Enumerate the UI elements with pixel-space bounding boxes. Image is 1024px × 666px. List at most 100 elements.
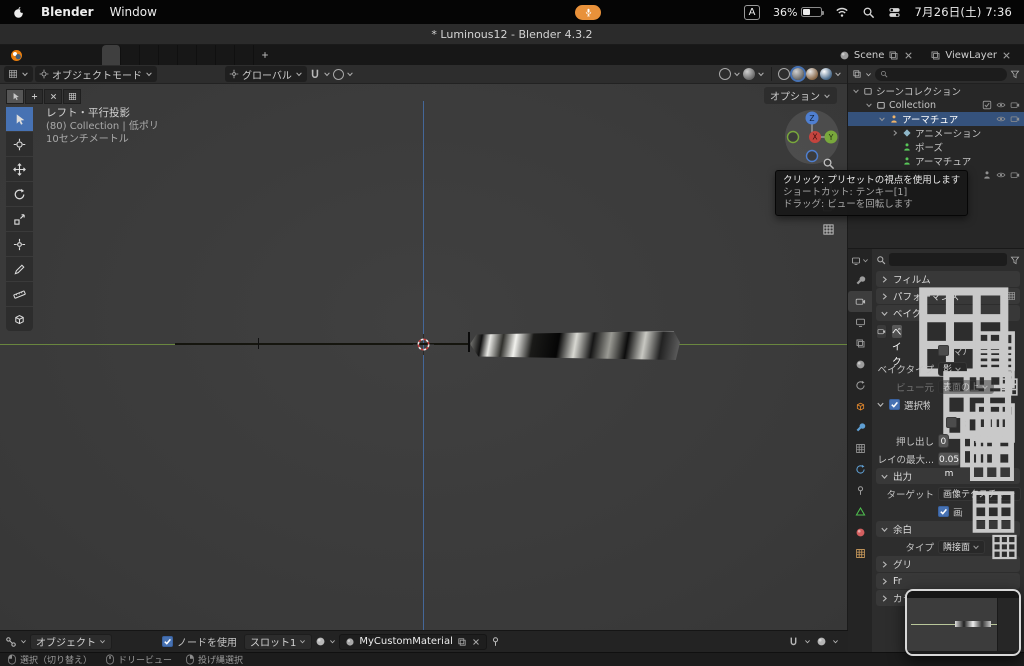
editor-type-selector[interactable] bbox=[4, 66, 33, 82]
workspace-tab[interactable] bbox=[197, 45, 216, 65]
property-value-field[interactable]: 0.05 m bbox=[938, 451, 961, 479]
properties-tab[interactable] bbox=[848, 459, 872, 480]
select-mode-extend[interactable] bbox=[25, 89, 43, 104]
cam-icon[interactable] bbox=[1010, 114, 1020, 124]
select-mode-new[interactable] bbox=[6, 89, 24, 104]
checkbox[interactable] bbox=[889, 399, 900, 410]
overlays-dropdown-icon[interactable] bbox=[757, 70, 765, 78]
apple-menu-icon[interactable] bbox=[12, 6, 25, 19]
proportional-editing-toggle[interactable] bbox=[332, 68, 344, 80]
chevron-icon[interactable] bbox=[880, 309, 889, 318]
outliner-row[interactable]: Collection bbox=[848, 98, 1024, 112]
properties-tab[interactable] bbox=[848, 543, 872, 564]
properties-tab[interactable] bbox=[848, 354, 872, 375]
outliner-row[interactable]: アーマチュア bbox=[848, 154, 1024, 168]
cam-icon[interactable] bbox=[1010, 170, 1020, 180]
remove-viewlayer-icon[interactable] bbox=[1001, 50, 1012, 61]
expand-icon[interactable] bbox=[865, 101, 873, 109]
wifi-icon[interactable] bbox=[835, 5, 849, 19]
viewport-3d[interactable]: オブジェクトモード グローバル オプション レフト・平行投影 (80) Coll… bbox=[0, 65, 848, 630]
snapping-dropdown-icon[interactable] bbox=[323, 70, 331, 78]
properties-tab[interactable] bbox=[848, 375, 872, 396]
select-mode-subtract[interactable] bbox=[44, 89, 62, 104]
toolbar-tool[interactable] bbox=[6, 257, 33, 281]
toolbar-tool[interactable] bbox=[6, 132, 33, 156]
chevron-down-icon[interactable] bbox=[832, 638, 839, 645]
checkbox[interactable] bbox=[946, 417, 957, 428]
toolbar-tool[interactable] bbox=[6, 157, 33, 181]
workspace-tab[interactable] bbox=[235, 45, 254, 65]
control-center-icon[interactable] bbox=[888, 6, 901, 19]
chevron-icon[interactable] bbox=[880, 577, 889, 586]
topbar-menu-item[interactable] bbox=[68, 45, 82, 65]
expand-icon[interactable] bbox=[878, 115, 886, 123]
workspace-tab[interactable] bbox=[178, 45, 197, 65]
cbx-icon[interactable] bbox=[982, 100, 992, 110]
gizmo-axis-z-neg[interactable] bbox=[805, 149, 819, 163]
mode-dropdown[interactable]: オブジェクトモード bbox=[35, 66, 157, 82]
toolbar-tool[interactable] bbox=[6, 182, 33, 206]
viewlayer-selector[interactable]: ViewLayer bbox=[922, 45, 1024, 65]
checkbox[interactable] bbox=[938, 506, 949, 517]
mic-indicator[interactable] bbox=[575, 4, 602, 20]
outliner-row[interactable]: アニメーション bbox=[848, 126, 1024, 140]
outliner-row[interactable]: ポーズ bbox=[848, 140, 1024, 154]
menubar-status-icon[interactable] bbox=[640, 6, 653, 19]
browse-material-icon[interactable] bbox=[315, 636, 326, 647]
menubar-status-icon[interactable] bbox=[614, 6, 627, 19]
chevron-down-icon[interactable] bbox=[329, 638, 336, 645]
eye-icon[interactable] bbox=[996, 100, 1006, 110]
chevron-icon[interactable] bbox=[880, 292, 889, 301]
menubar-menu-window[interactable]: Window bbox=[110, 5, 157, 19]
material-name-field[interactable]: MyCustomMaterial bbox=[339, 633, 487, 650]
property-dropdown[interactable]: 隣接面 bbox=[938, 539, 986, 554]
eye-icon[interactable] bbox=[996, 170, 1006, 180]
action-button[interactable]: ベイク bbox=[891, 324, 903, 368]
tool-options-dropdown[interactable]: オプション bbox=[764, 87, 837, 104]
duplicate-material-icon[interactable] bbox=[457, 637, 467, 647]
shading-dropdown-icon[interactable] bbox=[834, 70, 842, 78]
screen-recording-preview[interactable] bbox=[905, 589, 1021, 656]
checkbox[interactable] bbox=[938, 345, 949, 356]
select-mode-intersect[interactable] bbox=[63, 89, 81, 104]
filter-icon[interactable] bbox=[1010, 69, 1020, 79]
window-titlebar[interactable]: * Luminous12 - Blender 4.3.2 bbox=[0, 24, 1024, 45]
editor-type-icon[interactable] bbox=[852, 69, 862, 79]
eye-icon[interactable] bbox=[996, 114, 1006, 124]
outliner-search-input[interactable] bbox=[875, 67, 1007, 81]
toggle-ortho-icon[interactable] bbox=[822, 223, 835, 236]
properties-tab[interactable] bbox=[848, 438, 872, 459]
chevron-icon[interactable] bbox=[880, 594, 889, 603]
snapping-magnet-icon[interactable] bbox=[788, 636, 799, 647]
expand-icon[interactable] bbox=[852, 87, 860, 95]
mesh-object[interactable] bbox=[470, 331, 680, 360]
properties-tab[interactable] bbox=[848, 270, 872, 291]
battery-indicator[interactable]: 36% bbox=[773, 6, 825, 19]
person-icon[interactable] bbox=[982, 170, 992, 180]
chevron-icon[interactable] bbox=[880, 472, 889, 481]
gizmo-dropdown-icon[interactable] bbox=[733, 70, 741, 78]
proportional-dropdown-icon[interactable] bbox=[346, 70, 354, 78]
input-source-indicator[interactable]: A bbox=[744, 4, 761, 20]
shading-wireframe-button[interactable] bbox=[778, 68, 790, 80]
chevron-down-icon[interactable] bbox=[804, 638, 811, 645]
workspace-tab[interactable] bbox=[159, 45, 178, 65]
editor-type-selector[interactable] bbox=[848, 251, 872, 270]
use-nodes-checkbox[interactable]: ノードを使用 bbox=[158, 634, 241, 649]
toolbar-tool[interactable] bbox=[6, 232, 33, 256]
properties-tab[interactable] bbox=[848, 417, 872, 438]
blender-logo[interactable] bbox=[6, 45, 26, 65]
menubar-status-icon[interactable] bbox=[666, 6, 679, 19]
bake-preset-icon[interactable] bbox=[876, 324, 887, 339]
chevron-down-icon[interactable] bbox=[865, 71, 872, 78]
properties-tab[interactable] bbox=[848, 480, 872, 501]
snapping-magnet-icon[interactable] bbox=[309, 68, 321, 80]
pin-icon[interactable] bbox=[490, 636, 501, 647]
slot-dropdown[interactable]: スロット1 bbox=[244, 633, 313, 650]
topbar-menu-item[interactable] bbox=[40, 45, 54, 65]
shading-material-button[interactable] bbox=[806, 68, 818, 80]
shading-solid-button[interactable] bbox=[792, 68, 804, 80]
unlink-material-icon[interactable] bbox=[471, 637, 481, 647]
menubar-app-name[interactable]: Blender bbox=[41, 5, 94, 19]
properties-tab[interactable] bbox=[848, 501, 872, 522]
